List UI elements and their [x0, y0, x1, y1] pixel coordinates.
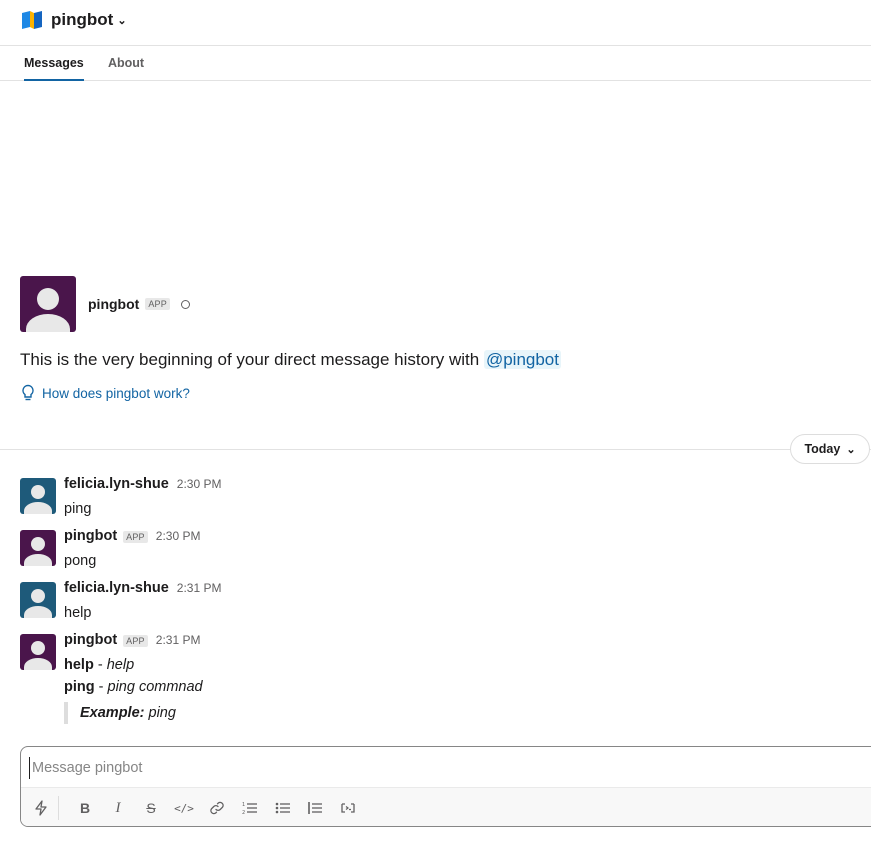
- date-jump-button[interactable]: Today ⌄: [790, 434, 870, 464]
- message-text: help: [64, 605, 92, 621]
- link-icon[interactable]: [205, 796, 229, 820]
- day-divider-line: [0, 449, 871, 450]
- command-desc: help: [106, 657, 135, 673]
- app-badge: APP: [123, 531, 148, 543]
- intro-message: This is the very beginning of your direc…: [20, 350, 561, 370]
- message-item: pingbot APP 2:30 PM pong: [0, 528, 871, 578]
- bullet-list-icon[interactable]: [271, 796, 295, 820]
- message-timestamp[interactable]: 2:30 PM: [156, 529, 201, 543]
- message-text: help - help ping - ping commnad Example:…: [64, 654, 203, 724]
- channel-title-text: pingbot: [51, 10, 114, 29]
- help-line: help - help: [64, 654, 203, 676]
- blockquote-icon[interactable]: [303, 796, 327, 820]
- ordered-list-icon[interactable]: 12: [238, 796, 262, 820]
- intro-bot-name: pingbot APP: [88, 296, 190, 312]
- message-sender[interactable]: felicia.lyn-shue: [64, 476, 169, 492]
- svg-text:1: 1: [242, 802, 245, 808]
- message-sender[interactable]: pingbot: [64, 632, 117, 648]
- how-does-it-work-link[interactable]: How does pingbot work?: [20, 384, 190, 402]
- command-name: help: [64, 657, 94, 673]
- intro-text: This is the very beginning of your direc…: [20, 350, 480, 369]
- user-avatar[interactable]: [20, 478, 56, 514]
- bold-icon[interactable]: B: [73, 796, 97, 820]
- message-item: felicia.lyn-shue 2:30 PM ping: [0, 476, 871, 526]
- lightbulb-icon: [22, 384, 34, 401]
- pingbot-avatar[interactable]: [20, 276, 76, 332]
- how-link-text: How does pingbot work?: [42, 385, 190, 401]
- strikethrough-icon[interactable]: S: [139, 796, 163, 820]
- example-label: Example:: [80, 705, 145, 721]
- channel-header: pingbot ⌄: [0, 0, 871, 46]
- command-sep: -: [97, 657, 103, 673]
- code-block-icon[interactable]: [336, 796, 360, 820]
- bot-avatar[interactable]: [20, 634, 56, 670]
- command-desc: ping commnad: [107, 679, 203, 695]
- tab-bar: Messages About: [0, 46, 871, 81]
- command-name: ping: [64, 679, 95, 695]
- chevron-down-icon: ⌄: [117, 14, 127, 27]
- message-composer: B I S </> 12: [20, 746, 871, 827]
- user-avatar[interactable]: [20, 582, 56, 618]
- chevron-down-icon: ⌄: [846, 443, 856, 456]
- italic-icon[interactable]: I: [106, 796, 130, 820]
- command-sep: -: [98, 679, 104, 695]
- svg-text:2: 2: [242, 810, 245, 815]
- format-toolbar: B I S </> 12: [21, 787, 871, 826]
- pingbot-logo-icon: [22, 11, 42, 29]
- bot-avatar[interactable]: [20, 530, 56, 566]
- message-sender[interactable]: pingbot: [64, 528, 117, 544]
- message-item: pingbot APP 2:31 PM help - help ping - p…: [0, 632, 871, 732]
- message-text: ping: [64, 501, 92, 517]
- message-text: pong: [64, 553, 97, 569]
- bot-name[interactable]: pingbot: [88, 296, 139, 312]
- message-input[interactable]: [29, 757, 849, 779]
- app-badge: APP: [123, 635, 148, 647]
- shortcuts-icon[interactable]: [29, 796, 53, 820]
- channel-title[interactable]: pingbot ⌄: [51, 10, 127, 30]
- message-timestamp[interactable]: 2:31 PM: [177, 581, 222, 595]
- date-label: Today: [804, 442, 841, 456]
- example-value: ping: [148, 705, 176, 721]
- tab-about[interactable]: About: [108, 56, 144, 81]
- message-timestamp[interactable]: 2:31 PM: [156, 633, 201, 647]
- message-sender[interactable]: felicia.lyn-shue: [64, 580, 169, 596]
- app-badge: APP: [145, 298, 170, 310]
- message-timestamp[interactable]: 2:30 PM: [177, 477, 222, 491]
- tab-messages[interactable]: Messages: [24, 56, 84, 81]
- help-line: ping - ping commnad: [64, 676, 203, 698]
- example-quote: Example: ping: [64, 702, 203, 724]
- message-item: felicia.lyn-shue 2:31 PM help: [0, 580, 871, 630]
- code-icon[interactable]: </>: [172, 796, 196, 820]
- presence-icon: [180, 299, 190, 309]
- toolbar-divider: [58, 796, 59, 820]
- mention-link[interactable]: @pingbot: [483, 350, 561, 369]
